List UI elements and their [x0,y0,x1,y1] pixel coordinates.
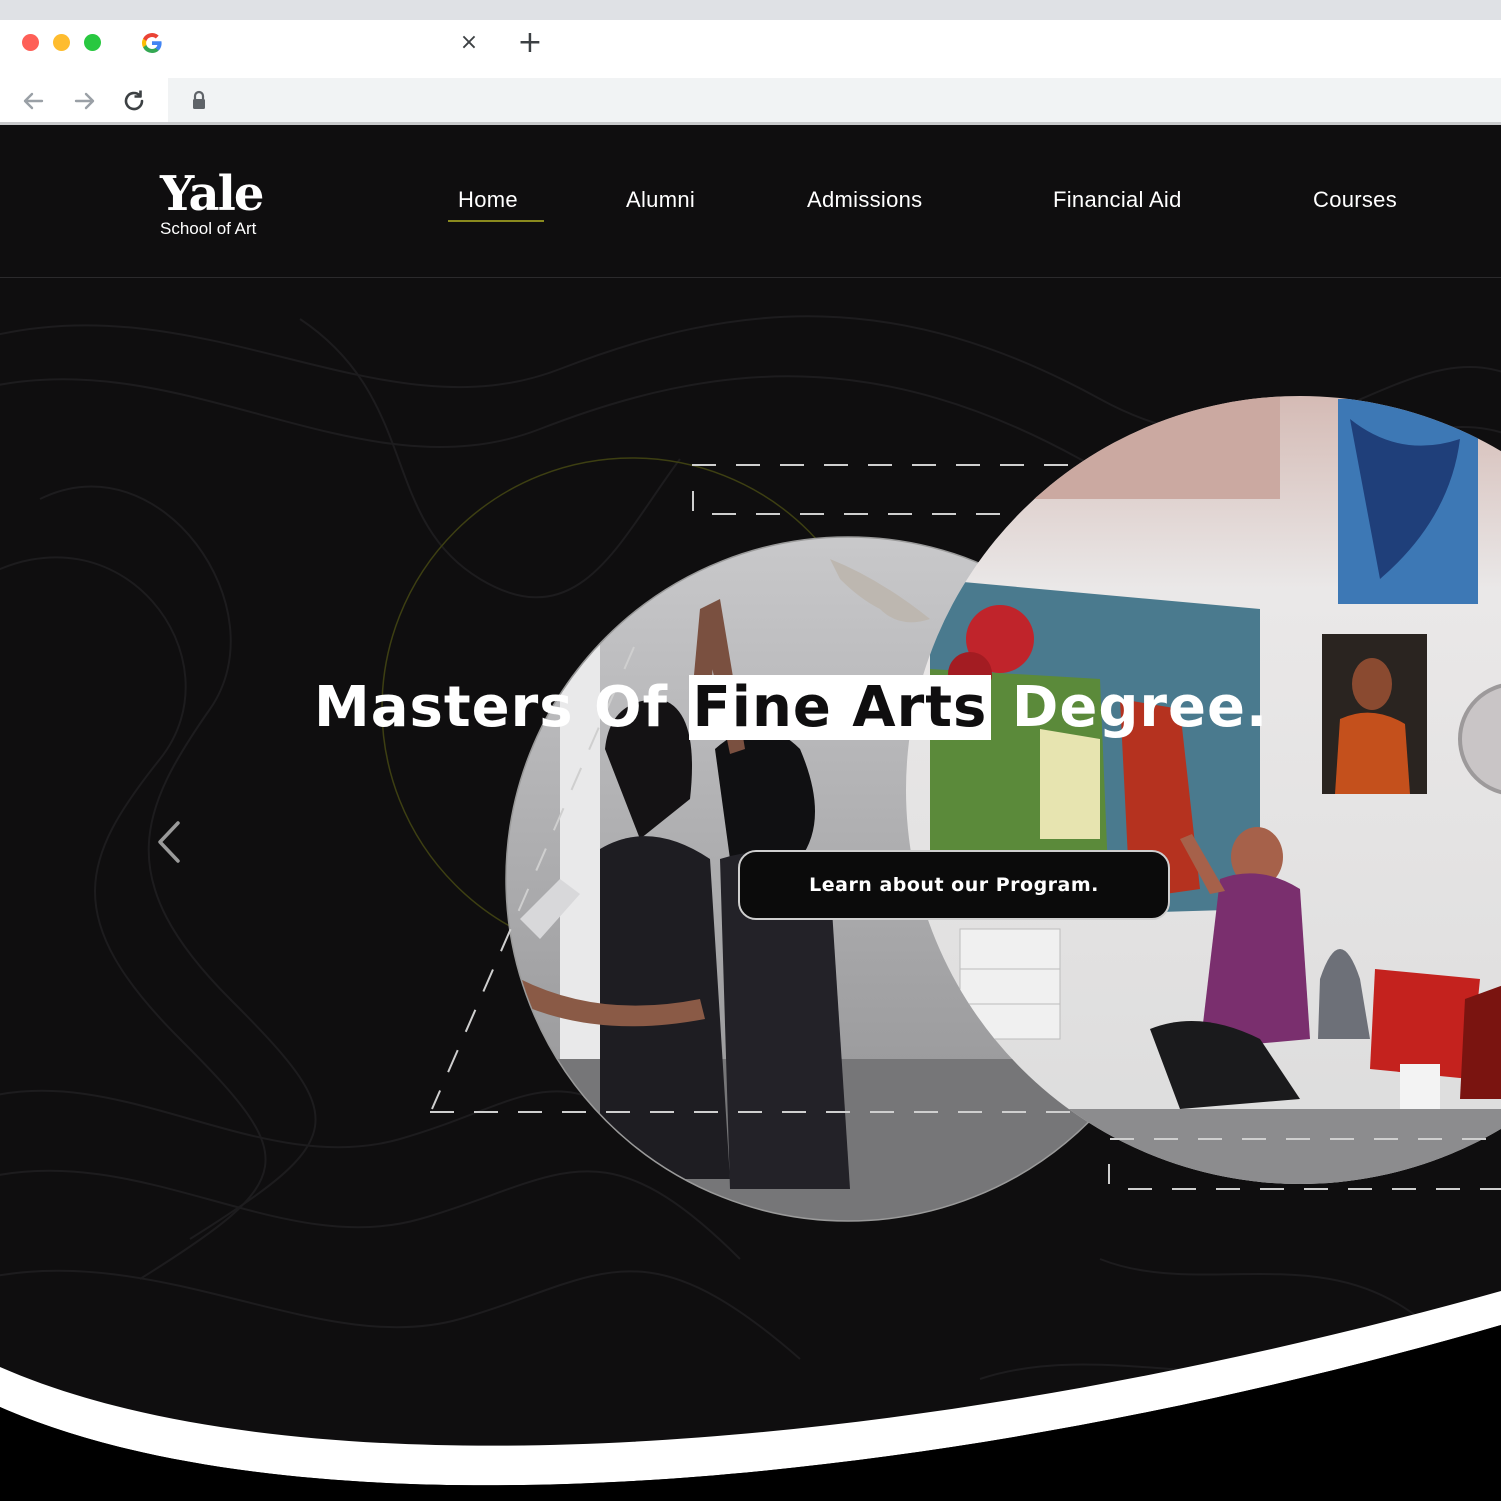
learn-program-button[interactable]: Learn about our Program. [738,850,1170,920]
address-bar[interactable] [168,78,1501,122]
site-header: Yale School of Art Home Alumni Admission… [0,125,1501,278]
chevron-left-icon[interactable] [150,817,190,867]
nav-home[interactable]: Home [458,187,518,213]
hero-heading: Masters Of Fine Arts Degree. [314,675,1268,743]
nav-alumni[interactable]: Alumni [626,187,695,213]
browser-tab-bar [0,20,1501,78]
forward-arrow-icon[interactable] [70,86,100,116]
lock-icon [193,90,205,109]
window-maximize-dot[interactable] [84,34,101,51]
nav-admissions[interactable]: Admissions [807,187,922,213]
tab-close-icon[interactable]: × [458,32,480,54]
logo-subtitle: School of Art [160,219,257,238]
nav-financial-aid[interactable]: Financial Aid [1053,187,1182,213]
website-viewport: Yale School of Art Home Alumni Admission… [0,125,1501,1501]
browser-titlebar [0,0,1501,20]
reload-icon[interactable] [119,86,149,116]
back-arrow-icon[interactable] [18,86,48,116]
window-close-dot[interactable] [22,34,39,51]
logo-wordmark: Yale [160,166,264,222]
hero-heading-part2: Degree. [1011,675,1269,740]
nav-active-underline [448,220,544,222]
nav-courses[interactable]: Courses [1313,187,1397,213]
hero-heading-part1: Masters Of [314,675,669,740]
new-tab-icon[interactable]: + [516,28,544,58]
google-favicon-icon [142,33,162,53]
hero-heading-highlight: Fine Arts [688,675,992,740]
window-minimize-dot[interactable] [53,34,70,51]
site-logo[interactable]: Yale School of Art [160,166,264,239]
hero-section: Masters Of Fine Arts Degree. Learn about… [0,279,1501,1501]
